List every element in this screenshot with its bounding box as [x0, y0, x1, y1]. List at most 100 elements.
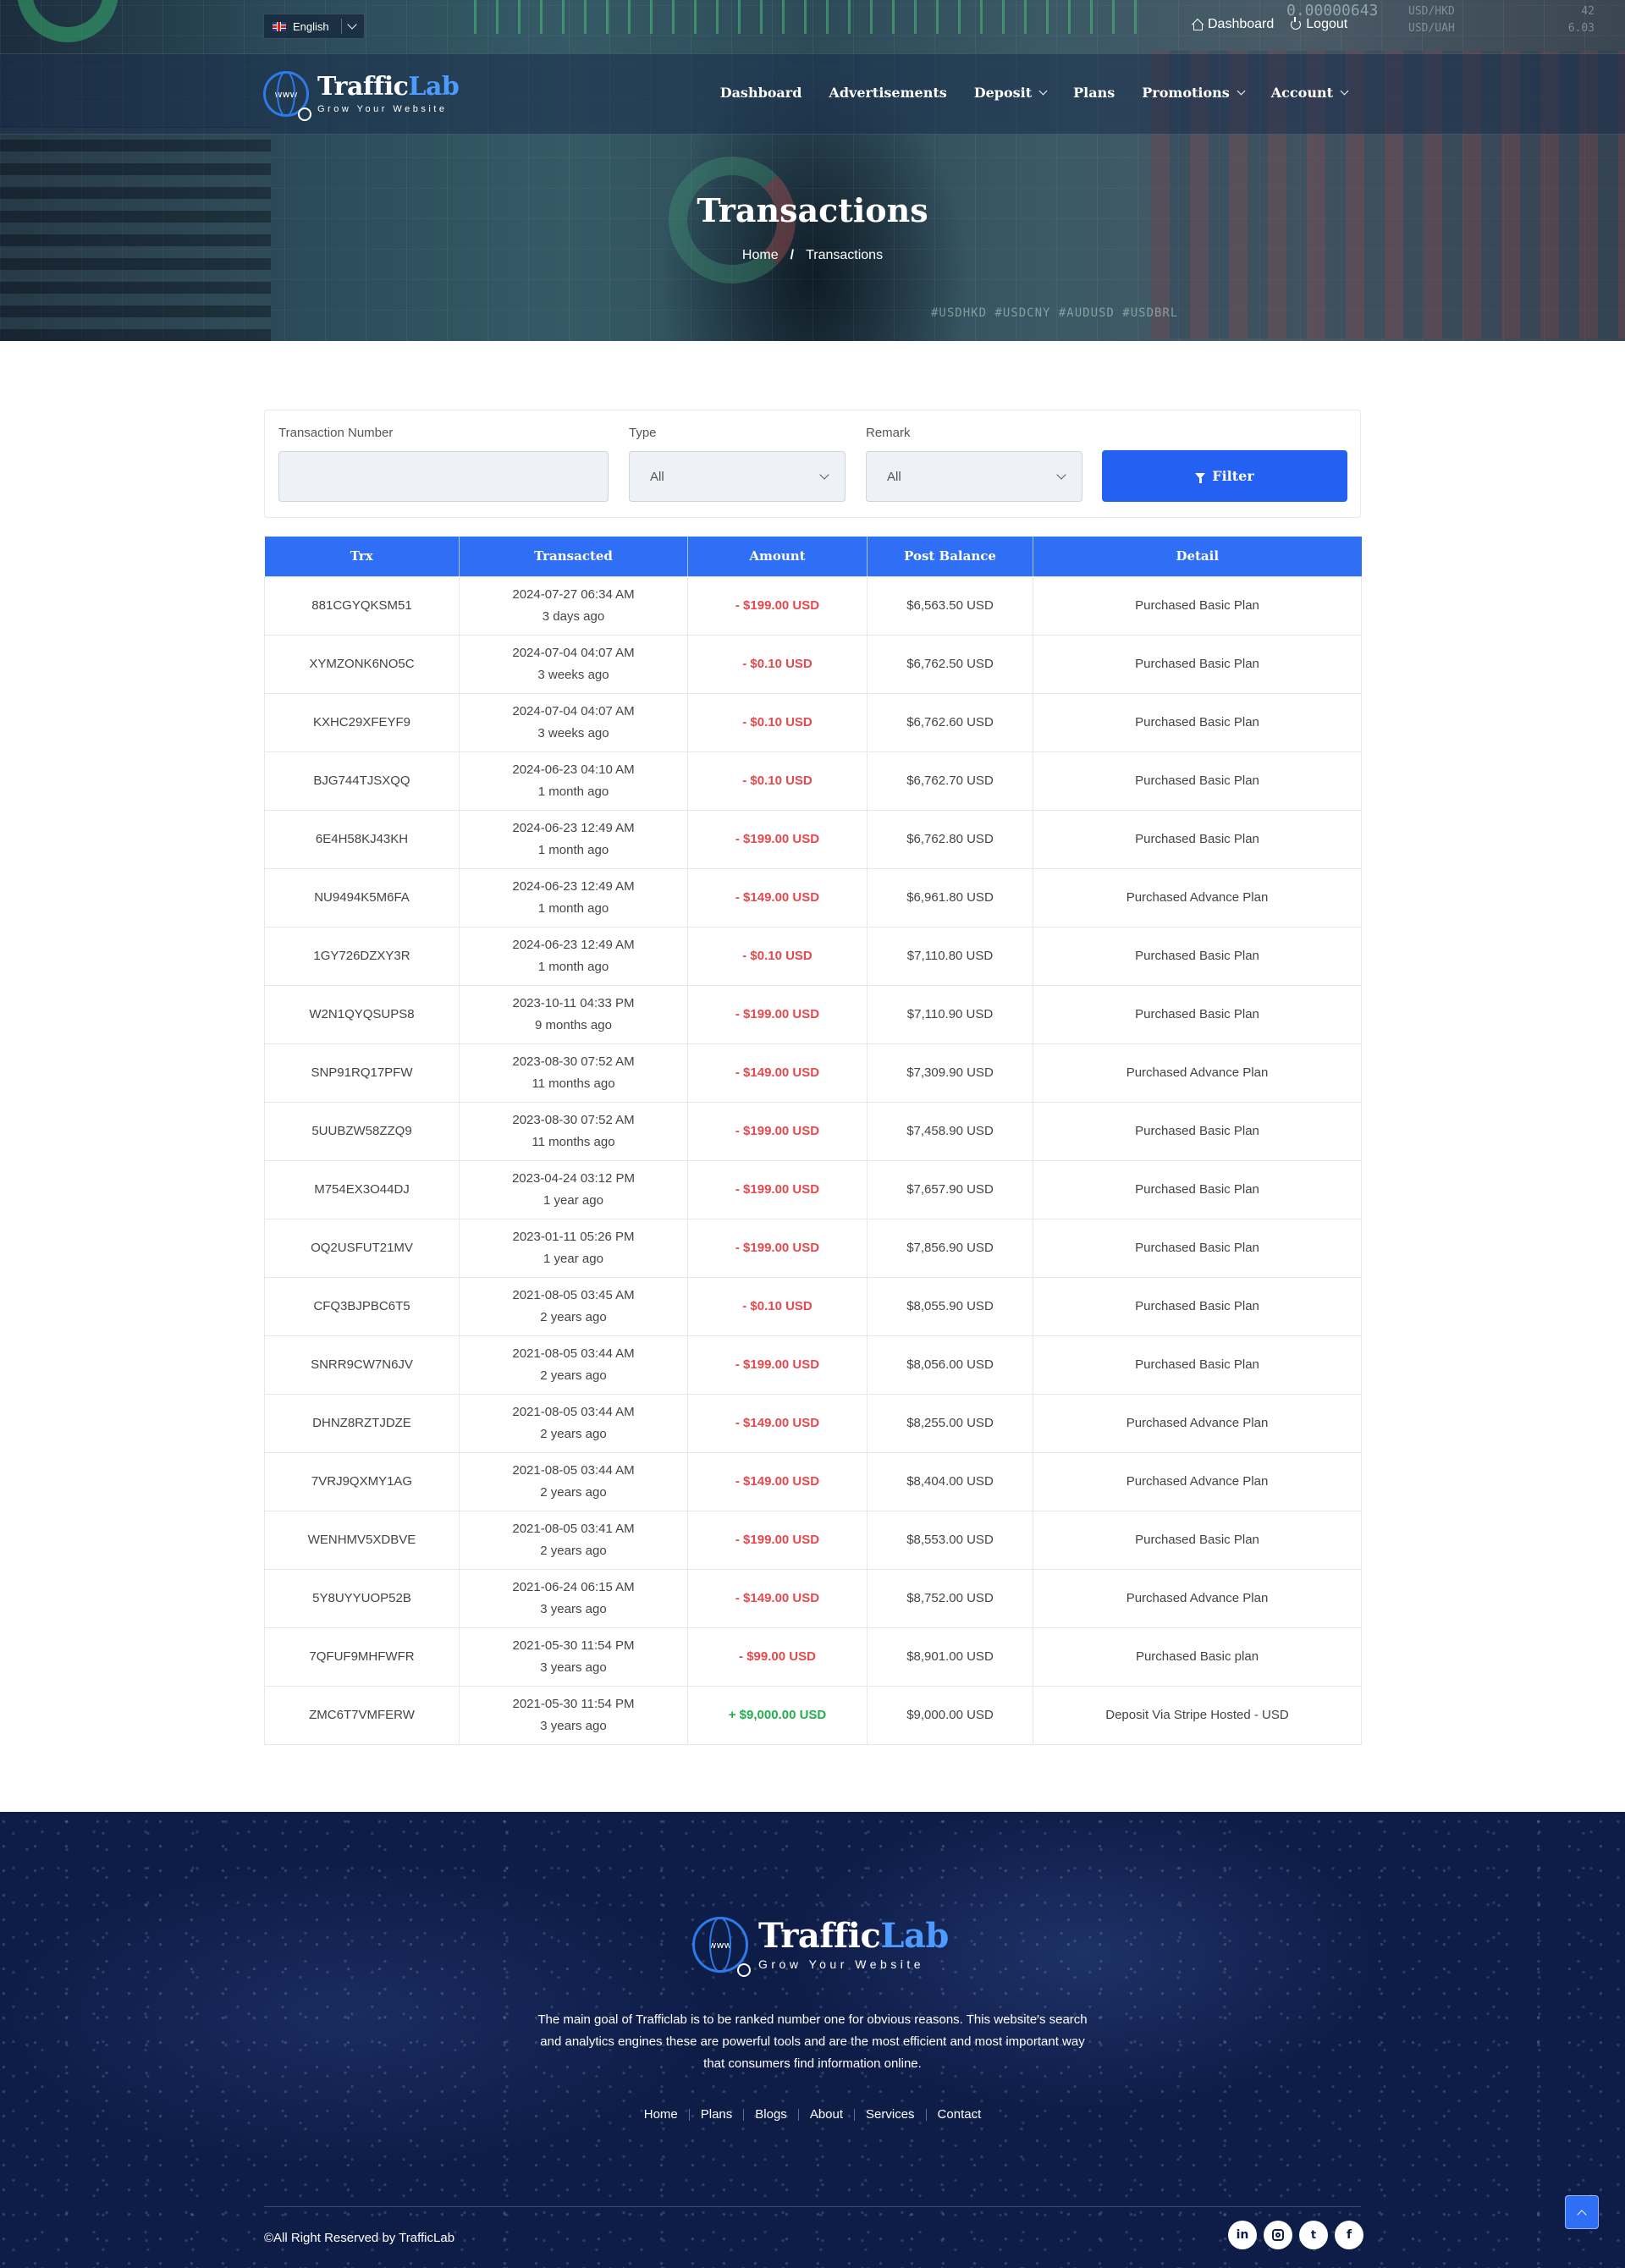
trx-cell: 881CGYQKSM51 — [264, 575, 460, 636]
detail-cell: Purchased Advance Plan — [1033, 1568, 1362, 1628]
amount-cell: - $199.00 USD — [687, 1218, 868, 1278]
footer: www TrafficLab Grow Your Website The mai… — [0, 1812, 1625, 2268]
post-balance-cell: $8,553.00 USD — [867, 1510, 1033, 1570]
globe-icon: www — [692, 1917, 751, 1977]
table-row: W2N1QYQSUPS8 2023-10-11 04:33 PM 9 months … — [264, 984, 1362, 1044]
table-row: ZMC6T7VMFERW 2021-05-30 11:54 PM 3 years a… — [264, 1685, 1362, 1745]
hero-banner: 0.00000643 USD/HKD 42 USD/UAH 6.03 #USDHKD… — [0, 0, 1625, 341]
brand-tagline: Grow Your Website — [317, 103, 448, 114]
language-select[interactable]: English — [263, 14, 365, 39]
footer-link-blogs[interactable]: Blogs — [744, 2108, 799, 2121]
uk-flag-icon — [273, 21, 286, 31]
transacted-date: 2024-07-27 06:34 AM — [512, 586, 635, 602]
top-logout-link[interactable]: Logout — [1291, 17, 1347, 32]
table-row: 5Y8UYYUOP52B 2021-06-24 06:15 AM 3 years a… — [264, 1568, 1362, 1628]
table-row: BJG744TJSXQQ 2024-06-23 04:10 AM 1 month a… — [264, 751, 1362, 811]
transacted-date: 2023-01-11 05:26 PM — [512, 1229, 635, 1244]
detail-cell: Purchased Basic Plan — [1033, 1510, 1362, 1570]
twitter-icon[interactable]: t — [1299, 2221, 1328, 2249]
home-icon — [1192, 19, 1203, 30]
column-header-trx: Trx — [264, 537, 460, 576]
nav-item-plans[interactable]: Plans — [1073, 85, 1115, 101]
top-dashboard-link[interactable]: Dashboard — [1192, 17, 1274, 32]
footer-social-links: in t f — [1228, 2221, 1363, 2249]
amount-cell: - $0.10 USD — [687, 692, 868, 752]
detail-cell: Purchased Basic Plan — [1033, 751, 1362, 811]
table-row: 7QFUF9MHFWFR 2021-05-30 11:54 PM 3 years a… — [264, 1627, 1362, 1687]
footer-link-about[interactable]: About — [799, 2108, 856, 2121]
trx-cell: CFQ3BJPBC6T5 — [264, 1276, 460, 1336]
nav-item-promotions[interactable]: Promotions — [1142, 85, 1246, 101]
transacted-date: 2021-06-24 06:15 AM — [512, 1579, 635, 1594]
footer-brand-tagline: Grow Your Website — [758, 1957, 925, 1971]
post-balance-cell: $8,055.90 USD — [867, 1276, 1033, 1336]
post-balance-cell: $7,309.90 USD — [867, 1043, 1033, 1103]
trx-cell: XYMZONK6NO5C — [264, 634, 460, 694]
nav-item-account[interactable]: Account — [1271, 85, 1349, 101]
trx-cell: NU9494K5M6FA — [264, 867, 460, 928]
footer-logo[interactable]: www TrafficLab Grow Your Website — [692, 1917, 949, 1977]
facebook-icon[interactable]: f — [1335, 2221, 1363, 2249]
chevron-up-icon — [1577, 2209, 1587, 2220]
amount-cell: - $149.00 USD — [687, 867, 868, 928]
transacted-cell: 2023-10-11 04:33 PM 9 months ago — [459, 984, 688, 1044]
filter-button[interactable]: Filter — [1102, 450, 1347, 502]
table-row: XYMZONK6NO5C 2024-07-04 04:07 AM 3 weeks a… — [264, 634, 1362, 694]
footer-copyright: ©All Right Reserved by TrafficLab — [264, 2231, 455, 2245]
linkedin-icon[interactable]: in — [1228, 2221, 1257, 2249]
transacted-cell: 2024-06-23 12:49 AM 1 month ago — [459, 809, 688, 869]
table-row: 6E4H58KJ43KH 2024-06-23 12:49 AM 1 month a… — [264, 809, 1362, 869]
brand-logo[interactable]: www TrafficLab Grow Your Website — [263, 71, 460, 121]
amount-cell: - $0.10 USD — [687, 751, 868, 811]
detail-cell: Purchased Advance Plan — [1033, 1451, 1362, 1511]
transacted-cell: 2024-06-23 12:49 AM 1 month ago — [459, 926, 688, 986]
logout-icon — [1291, 17, 1302, 30]
transacted-cell: 2021-05-30 11:54 PM 3 years ago — [459, 1685, 688, 1745]
amount-cell: - $199.00 USD — [687, 1159, 868, 1219]
transacted-ago: 1 month ago — [537, 900, 609, 916]
nav-item-advertisements[interactable]: Advertisements — [829, 85, 946, 101]
footer-link-plans[interactable]: Plans — [690, 2108, 745, 2121]
nav-item-dashboard[interactable]: Dashboard — [720, 85, 802, 101]
amount-cell: - $199.00 USD — [687, 1101, 868, 1161]
chevron-down-icon — [819, 470, 829, 480]
detail-cell: Purchased Basic Plan — [1033, 1218, 1362, 1278]
instagram-icon[interactable] — [1264, 2221, 1292, 2249]
transacted-date: 2021-05-30 11:54 PM — [512, 1638, 635, 1653]
transacted-date: 2023-10-11 04:33 PM — [512, 995, 635, 1010]
type-select-value: All — [650, 469, 664, 484]
breadcrumb-current: Transactions — [806, 248, 884, 262]
transacted-date: 2021-08-05 03:45 AM — [512, 1287, 635, 1302]
table-row: DHNZ8RZTJDZE 2021-08-05 03:44 AM 2 years a… — [264, 1393, 1362, 1453]
trx-number-input[interactable] — [278, 451, 609, 502]
type-select[interactable]: All — [629, 451, 846, 502]
transacted-ago: 2 years ago — [540, 1426, 607, 1441]
breadcrumb: Home / Transactions — [0, 248, 1625, 263]
funnel-icon — [1195, 473, 1206, 483]
breadcrumb-home-link[interactable]: Home — [742, 248, 779, 263]
trx-cell: ZMC6T7VMFERW — [264, 1685, 460, 1745]
detail-cell: Purchased Advance Plan — [1033, 1393, 1362, 1453]
transacted-ago: 1 month ago — [537, 842, 609, 857]
footer-link-contact[interactable]: Contact — [927, 2108, 993, 2121]
amount-cell: - $199.00 USD — [687, 809, 868, 869]
nav-item-deposit[interactable]: Deposit — [974, 85, 1048, 101]
back-to-top-button[interactable] — [1565, 2195, 1599, 2229]
transacted-cell: 2021-05-30 11:54 PM 3 years ago — [459, 1627, 688, 1687]
transacted-date: 2024-06-23 12:49 AM — [512, 937, 635, 952]
transacted-ago: 2 years ago — [540, 1543, 607, 1558]
post-balance-cell: $6,762.80 USD — [867, 809, 1033, 869]
transacted-date: 2021-05-30 11:54 PM — [512, 1696, 635, 1711]
remark-select[interactable]: All — [866, 451, 1082, 502]
amount-cell: - $149.00 USD — [687, 1568, 868, 1628]
footer-link-services[interactable]: Services — [855, 2108, 927, 2121]
top-logout-label: Logout — [1306, 17, 1348, 31]
post-balance-cell: $8,901.00 USD — [867, 1627, 1033, 1687]
transacted-cell: 2021-08-05 03:41 AM 2 years ago — [459, 1510, 688, 1570]
detail-cell: Purchased Advance Plan — [1033, 1043, 1362, 1103]
footer-link-home[interactable]: Home — [633, 2108, 690, 2121]
transacted-ago: 3 weeks ago — [537, 725, 609, 740]
transacted-cell: 2021-06-24 06:15 AM 3 years ago — [459, 1568, 688, 1628]
post-balance-cell: $6,762.60 USD — [867, 692, 1033, 752]
chevron-down-icon — [1237, 86, 1246, 96]
